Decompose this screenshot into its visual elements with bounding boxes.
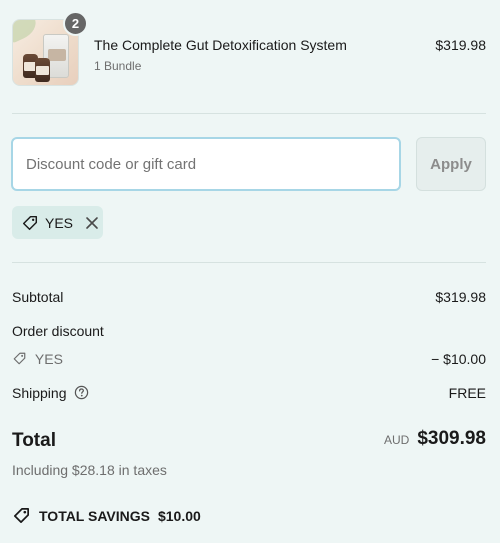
total-amount: $309.98 bbox=[417, 428, 486, 449]
currency-code: AUD bbox=[383, 433, 410, 447]
applied-discount-tag: YES bbox=[12, 206, 103, 239]
product-name: The Complete Gut Detoxification System bbox=[94, 37, 347, 53]
tag-icon bbox=[13, 507, 30, 524]
discount-code-label: YES bbox=[34, 351, 63, 367]
total-label: Total bbox=[12, 430, 56, 451]
tag-icon bbox=[13, 352, 26, 365]
apply-button[interactable]: Apply bbox=[416, 137, 486, 191]
line-item: 2 The Complete Gut Detoxification System… bbox=[12, 11, 486, 87]
discount-value: − $10.00 bbox=[431, 351, 486, 367]
total-savings: TOTAL SAVINGS $10.00 bbox=[12, 506, 201, 525]
total-value: AUD $309.98 bbox=[384, 428, 486, 450]
order-summary: 2 The Complete Gut Detoxification System… bbox=[0, 0, 500, 543]
subtotal-label: Subtotal bbox=[12, 289, 64, 305]
product-price: $319.98 bbox=[435, 37, 486, 53]
subtotal-value: $319.98 bbox=[435, 289, 486, 305]
divider bbox=[12, 113, 486, 114]
tag-icon bbox=[22, 215, 38, 230]
quantity-badge: 2 bbox=[63, 11, 88, 36]
discount-code-row: YES bbox=[12, 351, 63, 367]
remove-discount-icon[interactable] bbox=[85, 216, 99, 230]
product-variant: 1 Bundle bbox=[94, 59, 142, 73]
discount-code-input[interactable] bbox=[11, 137, 401, 191]
shipping-label: Shipping bbox=[12, 385, 67, 401]
shipping-value: FREE bbox=[448, 385, 486, 401]
taxes-note: Including $28.18 in taxes bbox=[12, 462, 167, 478]
order-discount-label: Order discount bbox=[12, 323, 104, 339]
savings-label: TOTAL SAVINGS bbox=[39, 507, 150, 524]
applied-code-label: YES bbox=[45, 214, 74, 231]
shipping-row: Shipping bbox=[12, 385, 89, 401]
savings-amount: $10.00 bbox=[157, 507, 201, 524]
help-icon[interactable] bbox=[74, 385, 89, 400]
divider bbox=[12, 262, 486, 263]
